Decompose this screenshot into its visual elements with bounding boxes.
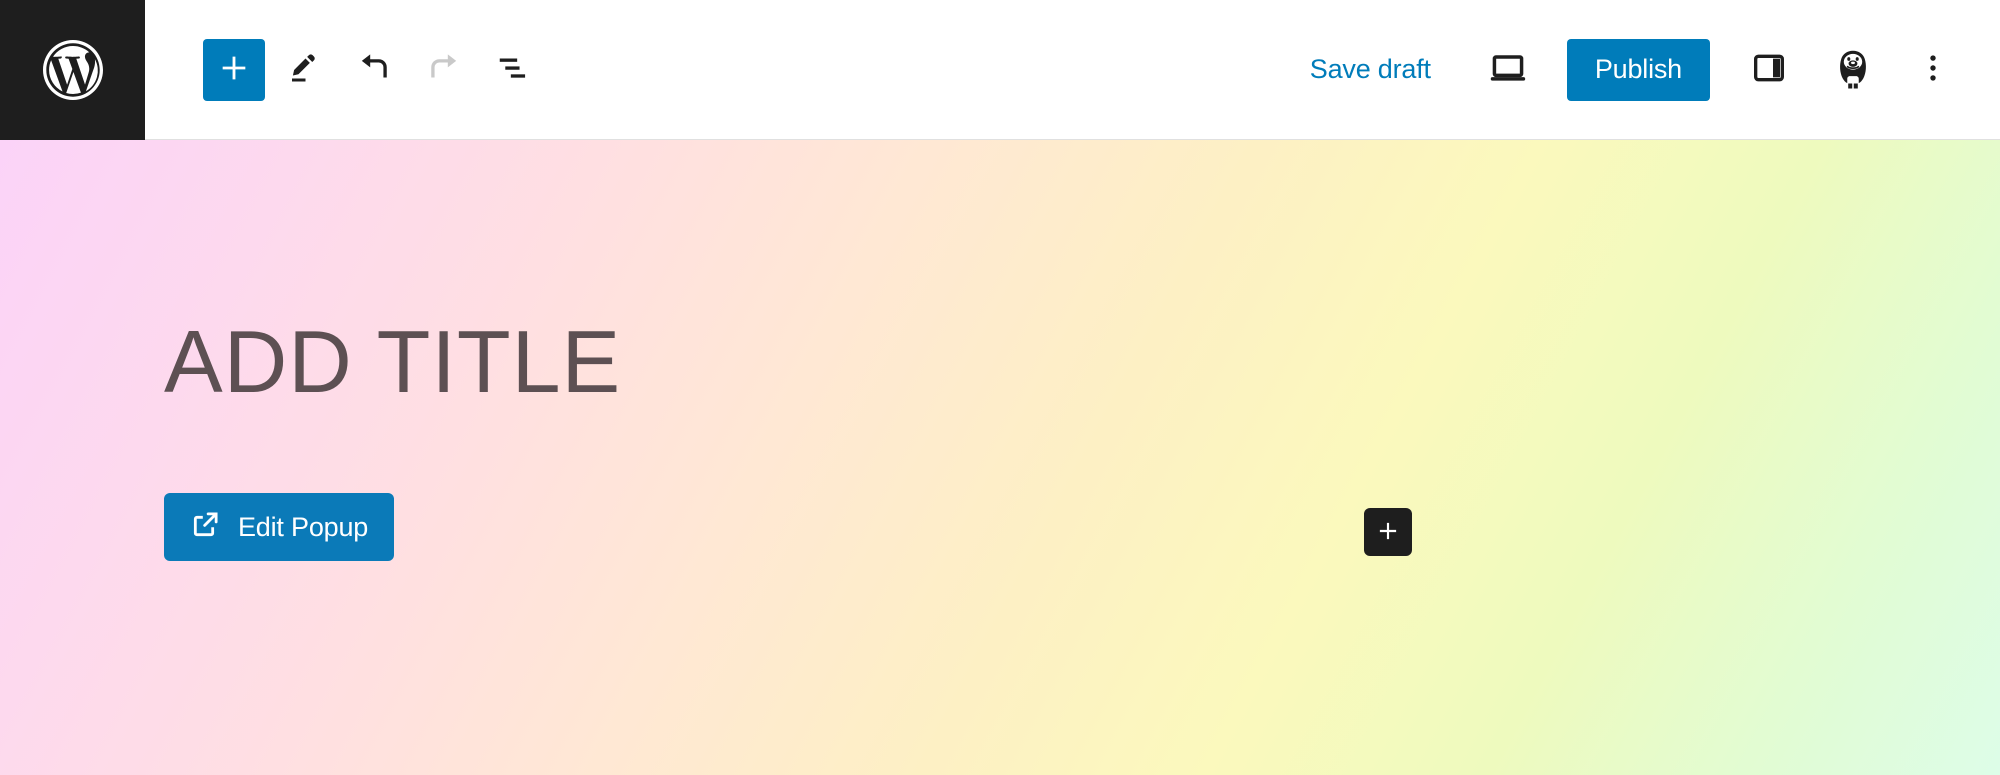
more-options-button[interactable] xyxy=(1902,39,1964,101)
undo-button[interactable] xyxy=(343,39,405,101)
wordpress-logo-icon xyxy=(37,34,109,106)
sidebar-panel-icon xyxy=(1749,48,1789,91)
edit-popup-label: Edit Popup xyxy=(238,511,369,542)
document-overview-button[interactable] xyxy=(483,39,545,101)
redo-button[interactable] xyxy=(413,39,475,101)
redo-arrow-icon xyxy=(425,49,463,90)
block-editor-root: Save draft Publish ADD TITLE Edit Popup xyxy=(0,0,2000,775)
wordpress-logo-button[interactable] xyxy=(0,0,145,140)
tools-pencil-button[interactable] xyxy=(273,39,335,101)
pencil-icon xyxy=(286,50,322,89)
toolbar-left-group xyxy=(145,0,545,139)
add-block-inserter-button[interactable] xyxy=(203,38,265,101)
preview-button[interactable] xyxy=(1471,39,1545,101)
settings-sidebar-button[interactable] xyxy=(1738,39,1800,101)
editor-canvas[interactable]: ADD TITLE Edit Popup xyxy=(0,140,2000,775)
plus-icon xyxy=(1375,518,1401,547)
gorilla-mascot-icon xyxy=(1830,45,1876,94)
external-link-icon xyxy=(190,508,222,547)
editor-toolbar: Save draft Publish xyxy=(0,0,2000,140)
undo-arrow-icon xyxy=(355,49,393,90)
publish-button[interactable]: Publish xyxy=(1566,38,1710,101)
add-block-fab-button[interactable] xyxy=(1364,508,1412,556)
list-view-icon xyxy=(495,49,533,90)
toolbar-right-group: Save draft Publish xyxy=(1292,0,2000,139)
laptop-icon xyxy=(1486,46,1530,93)
edit-popup-button[interactable]: Edit Popup xyxy=(164,493,395,561)
save-draft-button[interactable]: Save draft xyxy=(1292,42,1449,97)
plugin-mascot-button[interactable] xyxy=(1822,39,1884,101)
three-dots-vertical-icon xyxy=(1916,51,1950,88)
post-title-field[interactable]: ADD TITLE xyxy=(164,318,621,406)
plus-icon xyxy=(217,51,251,88)
